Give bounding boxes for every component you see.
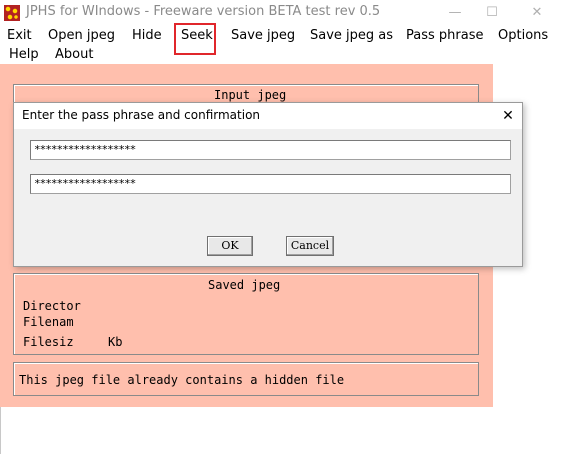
dialog-title: Enter the pass phrase and confirmation <box>22 108 261 122</box>
menu-about[interactable]: About <box>55 46 93 64</box>
filesize-label: Filesiz <box>23 335 74 349</box>
title-bar: JPHS for WIndows - Freeware version BETA… <box>0 0 563 26</box>
confirmation-value: ****************** <box>34 177 136 190</box>
maximize-button[interactable]: ☐ <box>482 3 502 23</box>
confirmation-input[interactable]: ****************** <box>30 174 511 194</box>
directory-label: Director <box>23 299 81 313</box>
menu-save-jpeg[interactable]: Save jpeg <box>231 27 295 45</box>
pass-phrase-dialog: Enter the pass phrase and confirmation ✕… <box>13 102 523 267</box>
close-button[interactable]: ✕ <box>527 3 547 23</box>
menu-bar: Exit Open jpeg Hide Seek Save jpeg Save … <box>0 26 563 64</box>
seek-highlight-box <box>174 23 216 55</box>
app-icon <box>4 5 20 21</box>
status-text: This jpeg file already contains a hidden… <box>19 373 345 387</box>
passphrase-input[interactable]: ****************** <box>30 140 511 160</box>
window-title: JPHS for WIndows - Freeware version BETA… <box>26 4 381 19</box>
menu-help[interactable]: Help <box>9 46 39 64</box>
menu-save-jpeg-as[interactable]: Save jpeg as <box>310 27 393 45</box>
cancel-button[interactable]: Cancel <box>286 236 334 256</box>
passphrase-value: ****************** <box>34 143 136 156</box>
saved-jpeg-title: Saved jpeg <box>208 278 281 292</box>
dialog-title-bar: Enter the pass phrase and confirmation ✕ <box>14 103 522 129</box>
filename-label: Filenam <box>23 315 74 329</box>
saved-jpeg-group: Saved jpeg Director Filenam Filesiz Kb <box>13 273 479 355</box>
filesize-unit: Kb <box>108 335 123 349</box>
status-group: This jpeg file already contains a hidden… <box>13 362 479 396</box>
menu-exit[interactable]: Exit <box>7 27 32 45</box>
dialog-close-icon[interactable]: ✕ <box>498 106 518 126</box>
menu-pass-phrase[interactable]: Pass phrase <box>406 27 483 45</box>
minimize-button[interactable]: — <box>445 3 465 23</box>
input-jpeg-title: Input jpeg <box>214 88 287 102</box>
menu-options[interactable]: Options <box>498 27 548 45</box>
menu-open-jpeg[interactable]: Open jpeg <box>48 27 115 45</box>
menu-hide[interactable]: Hide <box>132 27 162 45</box>
ok-button[interactable]: OK <box>207 236 253 256</box>
